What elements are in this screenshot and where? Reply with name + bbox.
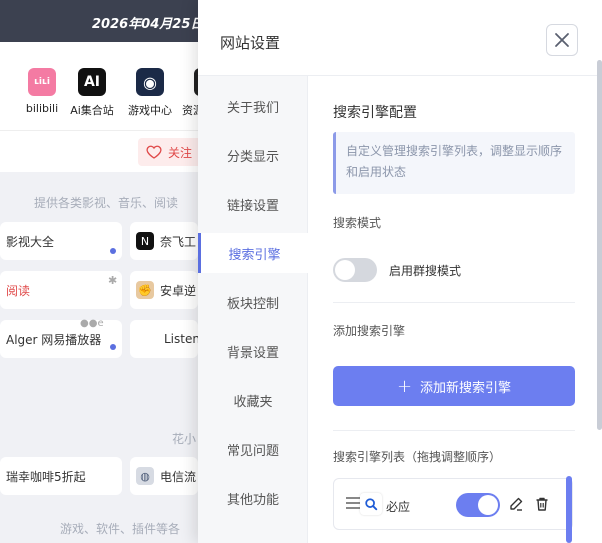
site-card-alger[interactable]: Alger 网易播放器 [0, 320, 122, 358]
date-display: 2026年04月25日 [92, 17, 204, 32]
steam-icon: ◉ [136, 68, 164, 96]
nav-item-block-control[interactable]: 板块控制 [198, 282, 308, 322]
ai-icon: AI [78, 68, 106, 96]
add-engine-button-label: 添加新搜索引擎 [420, 380, 512, 396]
edit-icon[interactable] [508, 496, 524, 512]
settings-panel: 网站设置 关于我们 分类显示 链接设置 搜索引擎 板块控制 背景设置 收藏夹 常… [198, 0, 602, 543]
add-engine-button[interactable]: + 添加新搜索引擎 [333, 366, 575, 406]
close-icon [555, 33, 569, 47]
card-label: 瑞幸咖啡5折起 [6, 469, 86, 484]
engine-list-item[interactable]: 必应 [333, 478, 573, 530]
site-card-coffee[interactable]: 瑞幸咖啡5折起 [0, 457, 122, 495]
drag-handle-icon[interactable] [346, 497, 360, 509]
site-card-listen[interactable]: Listen [130, 320, 198, 358]
nav-item-favorites[interactable]: 收藏夹 [198, 380, 308, 420]
close-button[interactable] [546, 24, 578, 56]
card-label: 安卓逆 [160, 283, 197, 298]
nav-item-link-settings[interactable]: 链接设置 [198, 184, 308, 224]
plus-icon: + [396, 375, 413, 397]
card-label: Listen [164, 332, 198, 346]
globe-icon: ◍ [136, 467, 154, 485]
engine-list-scrollbar[interactable] [566, 476, 572, 543]
engine-name: 必应 [386, 500, 411, 514]
section-note: 自定义管理搜索引擎列表，调整显示顺序和启用状态 [333, 132, 575, 194]
settings-content: 搜索引擎配置 自定义管理搜索引擎列表，调整显示顺序和启用状态 搜索模式 启用群搜… [308, 76, 602, 543]
group-search-toggle-label: 启用群搜模式 [389, 264, 462, 278]
card-label: 阅读 [6, 283, 31, 298]
page-scrollbar[interactable] [597, 60, 602, 430]
site-card-video[interactable]: 影视大全 [0, 222, 122, 260]
toggle-knob [478, 495, 498, 515]
divider [333, 302, 575, 303]
fist-icon: ✊ [136, 281, 154, 299]
card-label: 电信流 [160, 469, 197, 484]
toggle-knob [335, 260, 355, 280]
card-label: 奈飞工 [160, 234, 197, 249]
divider [333, 430, 575, 431]
search-mode-label: 搜索模式 [333, 216, 382, 230]
settings-sidebar: 关于我们 分类显示 链接设置 搜索引擎 板块控制 背景设置 收藏夹 常见问题 其… [198, 76, 308, 543]
nav-item-faq[interactable]: 常见问题 [198, 429, 308, 469]
nav-item-other-features[interactable]: 其他功能 [198, 478, 308, 518]
app-label: 资源 [182, 104, 198, 117]
nav-item-about[interactable]: 关于我们 [198, 86, 308, 126]
nav-item-search-engine[interactable]: 搜索引擎 [198, 233, 308, 273]
site-card-android[interactable]: ✊ 安卓逆 [130, 271, 198, 309]
panel-title: 网站设置 [220, 34, 281, 52]
category-caption: 游戏、软件、插件等各 [60, 522, 181, 536]
engine-list-label: 搜索引擎列表（拖拽调整顺序） [333, 450, 502, 464]
add-engine-label: 添加搜索引擎 [333, 324, 406, 338]
heart-icon [146, 145, 162, 159]
nav-item-background-settings[interactable]: 背景设置 [198, 331, 308, 371]
panel-header: 网站设置 [198, 0, 602, 76]
site-card-telecom[interactable]: ◍ 电信流 [130, 457, 198, 495]
nav-item-category-display[interactable]: 分类显示 [198, 135, 308, 175]
delete-icon[interactable] [534, 496, 550, 512]
status-dot [110, 248, 116, 254]
section-title: 搜索引擎配置 [333, 105, 417, 121]
site-card-naifei[interactable]: N 奈飞工 [130, 222, 198, 260]
status-dot [110, 344, 116, 350]
follow-label: 关注 [168, 145, 193, 160]
engine-enabled-toggle[interactable] [456, 493, 500, 517]
search-icon [360, 493, 382, 515]
app-label: Ai集合站 [70, 104, 114, 117]
category-caption: 提供各类影视、音乐、阅读 [34, 196, 179, 210]
android-icon: ✱ [108, 274, 118, 287]
site-card-read[interactable]: 阅读 [0, 271, 122, 309]
card-label: 影视大全 [6, 234, 55, 249]
app-shortcut-resource[interactable]: ▪ 资源 [168, 68, 198, 118]
card-label: Alger 网易播放器 [6, 332, 102, 347]
app-shortcut-ai[interactable]: AI Ai集合站 [62, 68, 122, 118]
platform-icons: ●●e [80, 318, 104, 329]
category-caption: 花小 [172, 432, 197, 446]
group-search-toggle[interactable] [333, 258, 377, 282]
bilibili-icon: ʟiʟi [28, 68, 56, 96]
notion-icon: N [136, 232, 154, 250]
